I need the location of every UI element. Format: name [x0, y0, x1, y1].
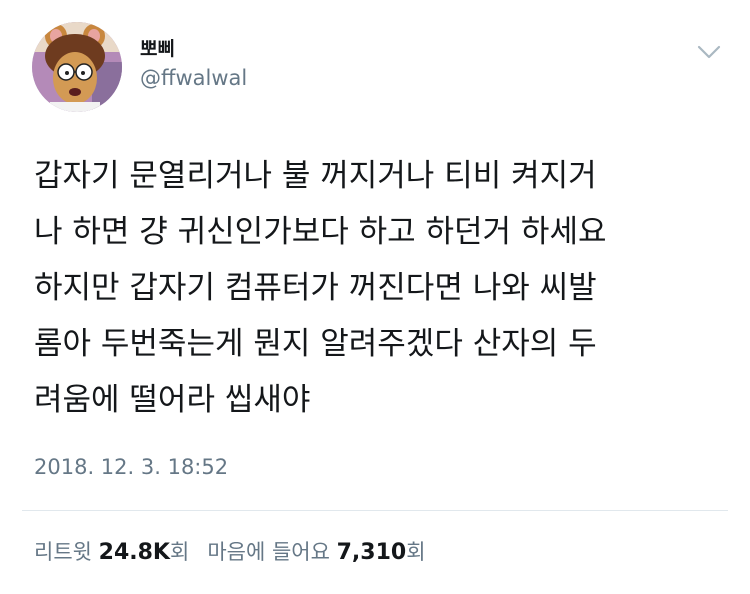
divider — [22, 510, 728, 511]
retweets-stat[interactable]: 리트윗 24.8K회 — [34, 540, 190, 565]
likes-unit: 회 — [406, 540, 426, 564]
retweets-unit: 회 — [169, 540, 190, 564]
tweet-text: 갑자기 문열리거나 불 꺼지거나 티비 켜지거 나 하면 걍 귀신인가보다 하고… — [34, 158, 607, 418]
chevron-down-icon[interactable] — [694, 36, 724, 66]
tweet-stats: 리트윗 24.8K회 마음에 들어요 7,310회 — [34, 536, 426, 566]
tweet-timestamp[interactable]: 2018. 12. 3. 18:52 — [34, 455, 228, 479]
retweets-label: 리트윗 — [34, 540, 92, 564]
user-handle[interactable]: @ffwalwal — [140, 66, 247, 90]
retweets-count: 24.8K — [98, 540, 170, 565]
likes-stat[interactable]: 마음에 들어요 7,310회 — [207, 540, 426, 565]
likes-label: 마음에 들어요 — [207, 540, 330, 564]
tweet-card: 뽀삐 @ffwalwal 갑자기 문열리거나 불 꺼지거나 티비 켜지거 나 하… — [0, 0, 750, 594]
display-name[interactable]: 뽀삐 — [140, 34, 175, 61]
avatar[interactable] — [32, 22, 122, 112]
likes-count: 7,310 — [336, 540, 407, 565]
